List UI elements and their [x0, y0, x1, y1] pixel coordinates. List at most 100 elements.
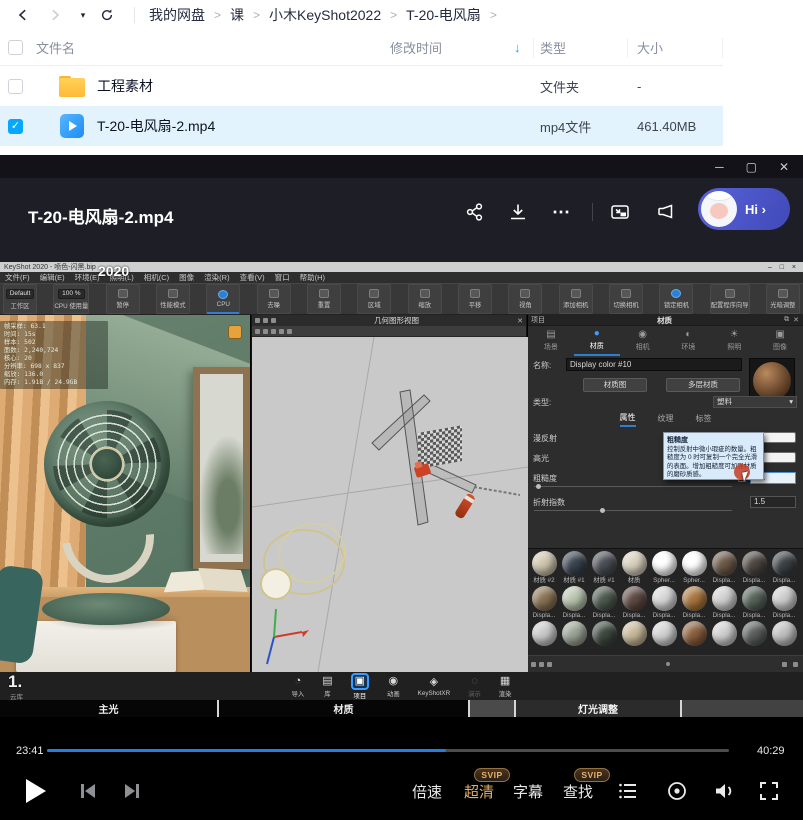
file-row-folder[interactable]: 工程素材 文件夹 -	[0, 66, 723, 106]
duration: 40:29	[757, 745, 785, 757]
material-library-item	[559, 621, 589, 655]
material-sphere-label: Displa...	[773, 611, 796, 620]
history-caret-icon[interactable]: ▾	[78, 6, 88, 24]
progress-fill	[47, 749, 446, 752]
feedback-horn-icon[interactable]	[652, 198, 680, 226]
keyshot-menu-item: 窗口	[275, 272, 290, 283]
geometry-view-toolbar	[252, 326, 526, 337]
tab-material: ●材质	[574, 326, 620, 356]
tab-environment: ◐环境	[665, 326, 711, 356]
row-checkbox-checked[interactable]: ✓	[8, 119, 23, 134]
column-type[interactable]: 类型	[540, 38, 566, 57]
player-header: T-20-电风扇-2.mp4 ⋯ Hi ›	[0, 178, 803, 262]
keyshot-toolbar-button: 性能模式	[156, 284, 190, 314]
breadcrumb-item[interactable]: 我的网盘	[149, 5, 205, 25]
name-label: 名称:	[533, 360, 551, 371]
header-divider	[592, 203, 593, 221]
material-library-item: Spher...	[649, 551, 679, 586]
play-button[interactable]	[26, 779, 46, 803]
select-all-checkbox[interactable]	[8, 40, 23, 55]
find-button[interactable]: 查找	[563, 781, 593, 802]
material-sphere-label: Displa...	[623, 611, 646, 620]
material-sphere	[712, 586, 737, 611]
material-library-item	[769, 621, 799, 655]
fullscreen-icon[interactable]	[757, 779, 781, 803]
column-time[interactable]: 修改时间	[390, 38, 442, 57]
material-sphere	[562, 621, 587, 646]
dock-item: ◈ KeyShotXR	[418, 676, 451, 697]
panel-close-icon: ✕	[517, 317, 523, 325]
refresh-icon[interactable]	[98, 6, 116, 24]
material-library-item: Displa...	[559, 586, 589, 621]
close-button[interactable]: ✕	[779, 161, 789, 173]
sort-desc-icon[interactable]: ↓	[514, 40, 521, 55]
keyshot-menu-item: 编辑(E)	[40, 272, 65, 283]
file-size: -	[637, 79, 641, 94]
chapter-blank	[682, 700, 803, 717]
maximize-button[interactable]: ▢	[746, 161, 757, 173]
column-name[interactable]: 文件名	[36, 38, 75, 57]
download-icon[interactable]	[504, 198, 532, 226]
ambient-mode-icon[interactable]	[665, 779, 689, 803]
column-size[interactable]: 大小	[637, 38, 663, 57]
render-stat-line: 样本: 502	[4, 339, 104, 347]
svip-badge-quality: SVIP	[474, 768, 510, 782]
keyshot-toolbar-button: Default 工作区	[3, 284, 37, 314]
back-icon[interactable]	[14, 6, 32, 24]
more-icon[interactable]: ⋯	[547, 198, 575, 226]
project-corner-label: 项目	[531, 315, 545, 325]
material-library-item: Displa...	[769, 586, 799, 621]
dock-item-label: 项目	[354, 691, 367, 700]
material-library-item: 材质 #1	[589, 551, 619, 586]
material-sphere	[592, 621, 617, 646]
keyshot-menu-item: 图像	[179, 272, 194, 283]
keyshot-toolbar-button: CPU	[206, 284, 240, 314]
material-library-item	[709, 621, 739, 655]
file-row-video[interactable]: ✓ T-20-电风扇-2.mp4 mp4文件 461.40MB	[0, 106, 723, 146]
file-type: 文件夹	[540, 77, 579, 96]
geometry-view-header: 几何图形视图 ✕	[252, 315, 526, 326]
dock-item-label: KeyShotXR	[418, 690, 451, 697]
breadcrumb-item[interactable]: T-20-电风扇	[406, 5, 481, 25]
breadcrumb-item[interactable]: 小木KeyShot2022	[269, 5, 381, 25]
share-icon[interactable]	[460, 198, 488, 226]
forward-icon[interactable]	[46, 6, 64, 24]
cursor-icon	[742, 471, 750, 481]
file-name[interactable]: 工程素材	[97, 76, 153, 96]
material-sphere	[742, 621, 767, 646]
file-name[interactable]: T-20-电风扇-2.mp4	[97, 116, 215, 136]
material-library-item	[739, 621, 769, 655]
playlist-icon[interactable]	[616, 779, 640, 803]
picture-in-picture-icon[interactable]	[606, 198, 634, 226]
keyshot-menu-item: 帮助(H)	[300, 272, 325, 283]
material-sphere	[532, 586, 557, 611]
material-sphere	[772, 586, 797, 611]
subtab-textures: 纹理	[658, 413, 674, 426]
project-panel-header: 项目 材质 ⧉ ✕	[528, 315, 803, 326]
material-library-item: Spher...	[679, 551, 709, 586]
material-sphere	[562, 586, 587, 611]
panel-view-icon	[263, 318, 268, 323]
previous-button[interactable]	[76, 779, 100, 803]
subtitle-button[interactable]: 字幕	[513, 781, 543, 802]
row-checkbox[interactable]	[8, 79, 23, 94]
video-frame[interactable]: KeyShot 2020 - 喷色-闪黑.bip – □ × 文件(F)编辑(E…	[0, 262, 803, 717]
quality-button[interactable]: 超清	[464, 781, 494, 802]
material-library-item: Displa...	[709, 551, 739, 586]
chapter-bar: 主光 材质 灯光调整	[0, 700, 803, 717]
material-sphere	[712, 551, 737, 576]
avatar	[701, 191, 737, 227]
mouse-click-indicator	[734, 464, 750, 480]
speed-button[interactable]: 倍速	[412, 781, 442, 802]
material-sphere-label: Displa...	[713, 611, 736, 620]
render-stat-line: 时间: 15s	[4, 331, 104, 339]
minimize-button[interactable]: ─	[715, 161, 724, 173]
tab-camera: ◉相机	[620, 326, 666, 356]
breadcrumb-item[interactable]: 课	[230, 5, 244, 25]
account-pill[interactable]: Hi ›	[698, 188, 790, 230]
avatar-cta-label: Hi ›	[745, 202, 766, 217]
progress-bar[interactable]	[47, 749, 729, 752]
next-button[interactable]	[120, 779, 144, 803]
column-divider	[533, 38, 534, 58]
volume-icon[interactable]	[712, 779, 736, 803]
